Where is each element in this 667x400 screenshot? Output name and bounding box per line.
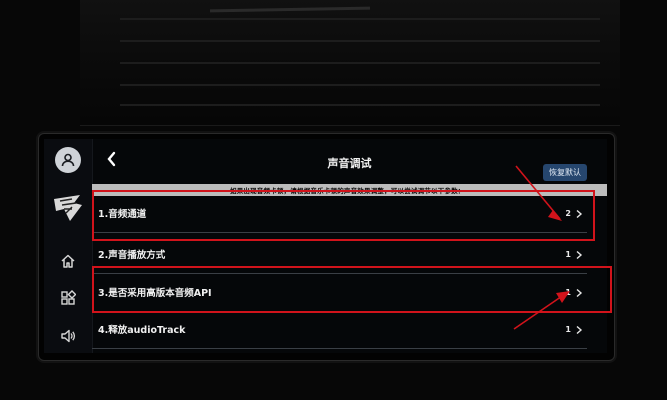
setting-value: 1 (565, 288, 571, 297)
chevron-right-icon (576, 209, 583, 219)
user-icon[interactable] (55, 147, 81, 173)
setting-label: 3.是否采用高版本音频API (98, 288, 212, 299)
setting-value: 1 (565, 250, 571, 259)
setting-row-audio-channel[interactable]: 1.音频通道 2 (92, 196, 587, 233)
home-icon[interactable] (54, 247, 82, 275)
infotainment-screen: 声音调试 恢复默认 如果出现音频卡顿，请根据音乐卡顿的声音效果调整，可以尝试调节… (44, 139, 607, 353)
page-title: 声音调试 (327, 157, 372, 170)
setting-label: 4.释放audioTrack (98, 325, 186, 336)
brand-logo-icon (50, 189, 86, 225)
notice-banner: 如果出现音频卡顿，请根据音乐卡顿的声音效果调整，可以尝试调节以下参数： (92, 184, 607, 196)
setting-row-playback-mode[interactable]: 2.声音播放方式 1 (92, 237, 587, 274)
reset-default-button[interactable]: 恢复默认 (543, 164, 587, 181)
setting-row-high-version-audio-api[interactable]: 3.是否采用高版本音频API 1 (92, 275, 587, 312)
chevron-right-icon (576, 325, 583, 335)
setting-value: 2 (565, 209, 571, 218)
apps-icon[interactable] (54, 284, 82, 312)
setting-row-release-audiotrack[interactable]: 4.释放audioTrack 1 (92, 312, 587, 349)
chevron-left-icon (107, 151, 116, 167)
chevron-right-icon (576, 250, 583, 260)
sidebar (44, 139, 93, 353)
chevron-right-icon (576, 288, 583, 298)
dashboard-vent (80, 0, 620, 126)
setting-value: 1 (565, 325, 571, 334)
back-button[interactable] (102, 149, 122, 169)
setting-label: 2.声音播放方式 (98, 250, 166, 261)
header: 声音调试 恢复默认 (92, 139, 607, 183)
volume-icon[interactable] (54, 322, 82, 350)
setting-label: 1.音频通道 (98, 209, 147, 220)
